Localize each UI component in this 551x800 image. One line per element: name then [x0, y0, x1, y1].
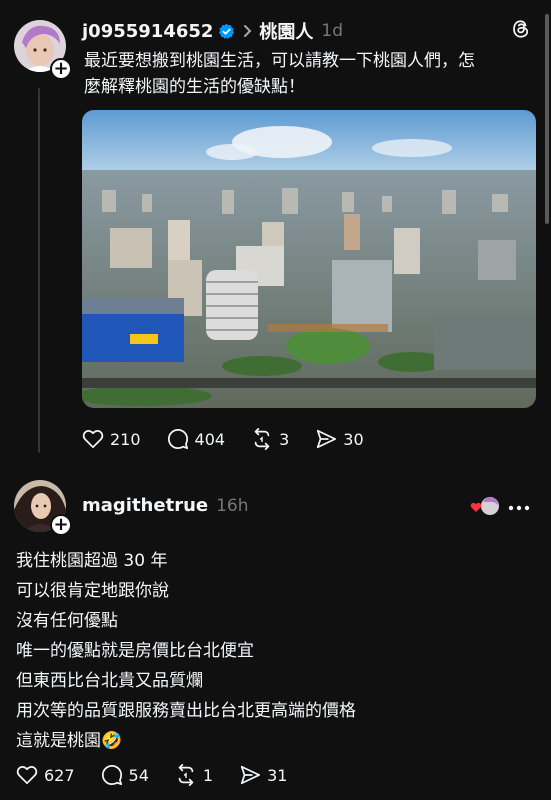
comment-button[interactable]: 54: [101, 764, 149, 786]
share-count: 31: [267, 765, 288, 785]
reply-text-line: 用次等的品質跟服務賣出比台北更高端的價格: [16, 701, 356, 721]
heart-icon: [16, 766, 38, 785]
reply-actions: 627 54 1 31: [16, 764, 313, 786]
topic-tag[interactable]: 桃園人: [259, 18, 313, 44]
heart-icon: [82, 430, 104, 449]
reply-header: magithetrue 16h: [82, 495, 249, 516]
like-count: 210: [110, 429, 141, 449]
post-image[interactable]: [82, 110, 536, 408]
share-count: 30: [343, 429, 364, 449]
author-liked-indicator: [470, 494, 502, 518]
post-header: j0955914652 桃園人 1d: [82, 18, 343, 44]
repost-button[interactable]: 1: [175, 764, 213, 786]
follow-button[interactable]: +: [50, 58, 72, 80]
comment-count: 404: [194, 429, 226, 449]
post-actions: 210 404 3 30: [82, 428, 390, 450]
reply-text-line: 唯一的優點就是房價比台北便宜: [16, 641, 254, 661]
post-text-line: 麼解釋桃園的生活的優缺點！: [84, 77, 305, 97]
repost-count: 1: [202, 765, 214, 785]
reply-text-line: 沒有任何優點: [16, 611, 118, 631]
post-text-line: 最近要想搬到桃園生活，可以請教一下桃園人們，怎: [84, 51, 475, 71]
threads-logo-icon[interactable]: [510, 18, 532, 44]
reply-text-line: 但東西比台北貴又品質爛: [16, 671, 203, 691]
reply-text-line: 我住桃園超過 30 年: [16, 551, 168, 571]
verified-badge-icon: [218, 23, 235, 40]
repost-icon: [178, 764, 194, 786]
share-icon: [317, 429, 337, 449]
reply-time: 16h: [216, 495, 249, 516]
scrollbar[interactable]: [545, 14, 549, 224]
reply-username[interactable]: magithetrue: [82, 495, 208, 516]
comment-button[interactable]: 404: [167, 428, 226, 450]
post-time: 1d: [321, 21, 344, 41]
repost-icon: [254, 428, 270, 450]
reply-text-line: 這就是桃園🤣: [16, 731, 123, 751]
post-body: 最近要想搬到桃園生活，可以請教一下桃園人們，怎 麼解釋桃園的生活的優缺點！: [84, 48, 534, 100]
repost-count: 3: [279, 429, 290, 449]
comment-count: 54: [128, 765, 149, 785]
share-button[interactable]: 30: [315, 428, 364, 450]
follow-button[interactable]: +: [50, 514, 72, 536]
post-username[interactable]: j0955914652: [82, 21, 213, 42]
comment-icon: [101, 764, 122, 786]
comment-icon: [167, 428, 188, 450]
more-icon[interactable]: [508, 497, 530, 516]
reply-body: 我住桃園超過 30 年 可以很肯定地跟你說 沒有任何優點 唯一的優點就是房價比台…: [16, 546, 536, 756]
share-button[interactable]: 31: [239, 764, 287, 786]
share-icon: [240, 765, 261, 785]
like-count: 627: [44, 765, 75, 785]
like-button[interactable]: 210: [82, 429, 141, 449]
reply-text-line: 可以很肯定地跟你說: [16, 581, 169, 601]
repost-button[interactable]: 3: [251, 428, 289, 450]
like-button[interactable]: 627: [16, 765, 75, 785]
chevron-right-icon: [243, 24, 253, 38]
thread-line: [38, 88, 40, 453]
